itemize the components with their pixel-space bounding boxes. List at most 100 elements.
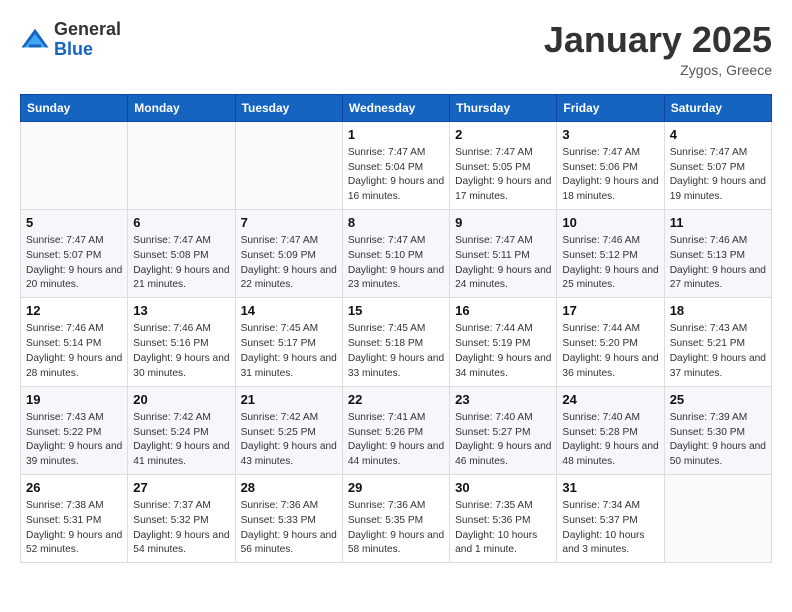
table-row: 25 Sunrise: 7:39 AMSunset: 5:30 PMDayligh… — [664, 386, 771, 474]
cell-info-text: Sunrise: 7:36 AMSunset: 5:33 PMDaylight:… — [241, 499, 337, 558]
table-row: 29Sunrise: 7:36 AMSunset: 5:35 PMDayligh… — [342, 474, 449, 562]
calendar-table: Sunday Monday Tuesday Wednesday Thursday… — [20, 94, 772, 564]
cell-date-number: 13 — [133, 302, 229, 320]
cell-date-number: 8 — [348, 214, 444, 232]
table-row: 14 Sunrise: 7:45 AMSunset: 5:17 PMDayligh… — [235, 298, 342, 386]
logo-blue-text: Blue — [54, 40, 121, 60]
cell-date-number: 16 — [455, 302, 551, 320]
cell-date-number: 7 — [241, 214, 337, 232]
cell-info-text: Sunrise: 7:40 AMSunset: 5:28 PMDaylight:… — [562, 411, 658, 470]
table-row — [235, 121, 342, 209]
cell-date-number: 15 — [348, 302, 444, 320]
header: General Blue January 2025 Zygos, Greece — [20, 20, 772, 78]
cell-date-number: 20 — [133, 391, 229, 409]
cell-date-number: 4 — [670, 126, 766, 144]
cell-info-text: Sunrise: 7:46 AMSunset: 5:12 PMDaylight:… — [562, 234, 658, 293]
table-row: 15 Sunrise: 7:45 AMSunset: 5:18 PMDayligh… — [342, 298, 449, 386]
logo-text: General Blue — [54, 20, 121, 60]
table-row: 12Sunrise: 7:46 AMSunset: 5:14 PMDayligh… — [21, 298, 128, 386]
month-title: January 2025 — [544, 20, 772, 60]
cell-date-number: 24 — [562, 391, 658, 409]
cell-info-text: Sunrise: 7:47 AMSunset: 5:08 PMDaylight:… — [133, 234, 229, 293]
cell-date-number: 28 — [241, 479, 337, 497]
cell-date-number: 22 — [348, 391, 444, 409]
table-row: 9 Sunrise: 7:47 AMSunset: 5:11 PMDaylight… — [450, 209, 557, 297]
cell-info-text: Sunrise: 7:45 AMSunset: 5:18 PMDaylight:… — [348, 322, 444, 381]
cell-info-text: Sunrise: 7:44 AMSunset: 5:20 PMDaylight:… — [562, 322, 658, 381]
title-block: January 2025 Zygos, Greece — [544, 20, 772, 78]
table-row — [664, 474, 771, 562]
cell-date-number: 12 — [26, 302, 122, 320]
calendar-week-row: 5 Sunrise: 7:47 AMSunset: 5:07 PMDaylight… — [21, 209, 772, 297]
cell-date-number: 14 — [241, 302, 337, 320]
table-row: 7Sunrise: 7:47 AMSunset: 5:09 PMDaylight… — [235, 209, 342, 297]
cell-date-number: 26 — [26, 479, 122, 497]
table-row: 13 Sunrise: 7:46 AMSunset: 5:16 PMDayligh… — [128, 298, 235, 386]
cell-info-text: Sunrise: 7:34 AMSunset: 5:37 PMDaylight:… — [562, 499, 658, 558]
cell-info-text: Sunrise: 7:41 AMSunset: 5:26 PMDaylight:… — [348, 411, 444, 470]
table-row — [128, 121, 235, 209]
cell-date-number: 5 — [26, 214, 122, 232]
cell-date-number: 11 — [670, 214, 766, 232]
cell-info-text: Sunrise: 7:47 AMSunset: 5:07 PMDaylight:… — [26, 234, 122, 293]
cell-info-text: Sunrise: 7:46 AMSunset: 5:13 PMDaylight:… — [670, 234, 766, 293]
header-sunday: Sunday — [21, 94, 128, 121]
cell-info-text: Sunrise: 7:47 AMSunset: 5:11 PMDaylight:… — [455, 234, 551, 293]
table-row — [21, 121, 128, 209]
cell-info-text: Sunrise: 7:43 AMSunset: 5:21 PMDaylight:… — [670, 322, 766, 381]
cell-date-number: 25 — [670, 391, 766, 409]
calendar-week-row: 19Sunrise: 7:43 AMSunset: 5:22 PMDayligh… — [21, 386, 772, 474]
calendar-week-row: 26 Sunrise: 7:38 AMSunset: 5:31 PMDayligh… — [21, 474, 772, 562]
table-row: 24 Sunrise: 7:40 AMSunset: 5:28 PMDayligh… — [557, 386, 664, 474]
cell-info-text: Sunrise: 7:38 AMSunset: 5:31 PMDaylight:… — [26, 499, 122, 558]
cell-date-number: 17 — [562, 302, 658, 320]
table-row: 1 Sunrise: 7:47 AMSunset: 5:04 PMDaylight… — [342, 121, 449, 209]
table-row: 26 Sunrise: 7:38 AMSunset: 5:31 PMDayligh… — [21, 474, 128, 562]
header-saturday: Saturday — [664, 94, 771, 121]
logo-general-text: General — [54, 20, 121, 40]
cell-date-number: 3 — [562, 126, 658, 144]
cell-info-text: Sunrise: 7:47 AMSunset: 5:07 PMDaylight:… — [670, 146, 766, 205]
cell-info-text: Sunrise: 7:47 AMSunset: 5:05 PMDaylight:… — [455, 146, 551, 205]
table-row: 30 Sunrise: 7:35 AMSunset: 5:36 PMDayligh… — [450, 474, 557, 562]
header-friday: Friday — [557, 94, 664, 121]
weekday-header-row: Sunday Monday Tuesday Wednesday Thursday… — [21, 94, 772, 121]
header-monday: Monday — [128, 94, 235, 121]
table-row: 16 Sunrise: 7:44 AMSunset: 5:19 PMDayligh… — [450, 298, 557, 386]
cell-info-text: Sunrise: 7:47 AMSunset: 5:06 PMDaylight:… — [562, 146, 658, 205]
table-row: 3 Sunrise: 7:47 AMSunset: 5:06 PMDaylight… — [557, 121, 664, 209]
cell-info-text: Sunrise: 7:42 AMSunset: 5:25 PMDaylight:… — [241, 411, 337, 470]
table-row: 27Sunrise: 7:37 AMSunset: 5:32 PMDayligh… — [128, 474, 235, 562]
cell-info-text: Sunrise: 7:47 AMSunset: 5:04 PMDaylight:… — [348, 146, 444, 205]
header-thursday: Thursday — [450, 94, 557, 121]
cell-info-text: Sunrise: 7:35 AMSunset: 5:36 PMDaylight:… — [455, 499, 551, 558]
cell-info-text: Sunrise: 7:40 AMSunset: 5:27 PMDaylight:… — [455, 411, 551, 470]
cell-date-number: 30 — [455, 479, 551, 497]
table-row: 6 Sunrise: 7:47 AMSunset: 5:08 PMDaylight… — [128, 209, 235, 297]
cell-date-number: 2 — [455, 126, 551, 144]
cell-date-number: 1 — [348, 126, 444, 144]
cell-info-text: Sunrise: 7:44 AMSunset: 5:19 PMDaylight:… — [455, 322, 551, 381]
table-row: 11 Sunrise: 7:46 AMSunset: 5:13 PMDayligh… — [664, 209, 771, 297]
cell-info-text: Sunrise: 7:46 AMSunset: 5:16 PMDaylight:… — [133, 322, 229, 381]
cell-date-number: 10 — [562, 214, 658, 232]
cell-info-text: Sunrise: 7:47 AMSunset: 5:10 PMDaylight:… — [348, 234, 444, 293]
cell-info-text: Sunrise: 7:43 AMSunset: 5:22 PMDaylight:… — [26, 411, 122, 470]
cell-date-number: 6 — [133, 214, 229, 232]
calendar-page: General Blue January 2025 Zygos, Greece … — [0, 0, 792, 573]
table-row: 23Sunrise: 7:40 AMSunset: 5:27 PMDayligh… — [450, 386, 557, 474]
cell-date-number: 9 — [455, 214, 551, 232]
logo-icon — [20, 25, 50, 55]
table-row: 10 Sunrise: 7:46 AMSunset: 5:12 PMDayligh… — [557, 209, 664, 297]
table-row: 22 Sunrise: 7:41 AMSunset: 5:26 PMDayligh… — [342, 386, 449, 474]
table-row: 19Sunrise: 7:43 AMSunset: 5:22 PMDayligh… — [21, 386, 128, 474]
cell-info-text: Sunrise: 7:36 AMSunset: 5:35 PMDaylight:… — [348, 499, 444, 558]
table-row: 31Sunrise: 7:34 AMSunset: 5:37 PMDayligh… — [557, 474, 664, 562]
table-row: 4 Sunrise: 7:47 AMSunset: 5:07 PMDaylight… — [664, 121, 771, 209]
cell-info-text: Sunrise: 7:45 AMSunset: 5:17 PMDaylight:… — [241, 322, 337, 381]
table-row: 21Sunrise: 7:42 AMSunset: 5:25 PMDayligh… — [235, 386, 342, 474]
table-row: 18Sunrise: 7:43 AMSunset: 5:21 PMDayligh… — [664, 298, 771, 386]
cell-info-text: Sunrise: 7:37 AMSunset: 5:32 PMDaylight:… — [133, 499, 229, 558]
table-row: 20Sunrise: 7:42 AMSunset: 5:24 PMDayligh… — [128, 386, 235, 474]
cell-info-text: Sunrise: 7:39 AMSunset: 5:30 PMDaylight:… — [670, 411, 766, 470]
